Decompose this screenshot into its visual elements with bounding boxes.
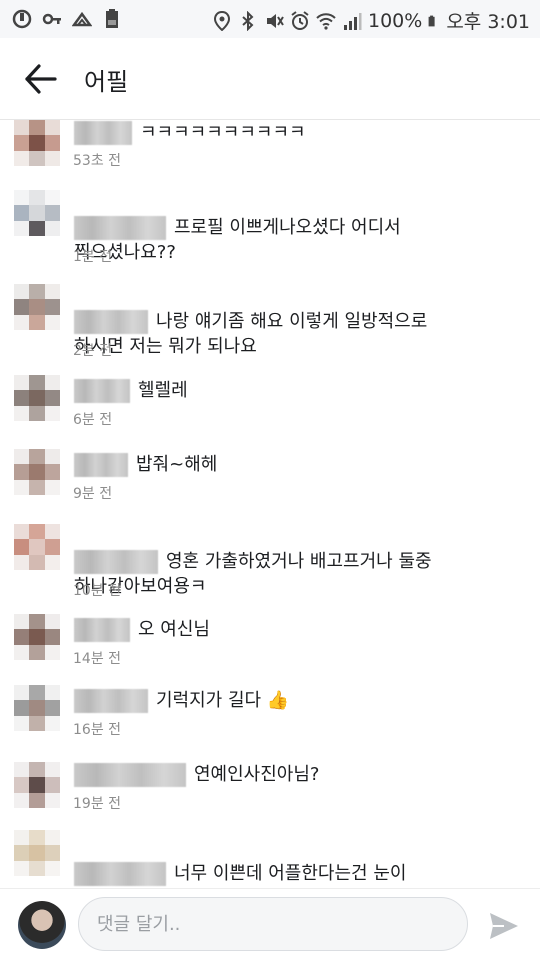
status-bar: 100% 오후 3:01	[0, 0, 540, 38]
comment-text: 밥줘~해헤	[136, 454, 218, 475]
comment-body: 헬렐레	[74, 378, 474, 403]
comment-composer	[0, 888, 540, 960]
comment-body: 너무 이쁜데 어플한다는건 눈이 높다는건가요.	[74, 836, 474, 888]
comment-timestamp: 10분 전	[73, 583, 122, 599]
comment-body: 프로필 이쁘게나오셨다 어디서 찍으셨나요??	[74, 190, 474, 265]
status-bar-right: 100% 오후 3:01	[212, 7, 530, 34]
comment-text: 연예인사진아님?	[194, 764, 320, 785]
my-avatar[interactable]	[18, 901, 66, 949]
avatar[interactable]	[14, 524, 60, 570]
avatar[interactable]	[14, 830, 60, 876]
battery-saver-icon	[106, 9, 118, 28]
commenter-name[interactable]	[74, 453, 128, 477]
comment-body: 오 여신님	[74, 617, 474, 642]
commenter-name[interactable]	[74, 862, 166, 886]
comment-text: 헬렐레	[138, 380, 188, 401]
wifi-icon	[316, 12, 336, 30]
comment-body: ㅋㅋㅋㅋㅋㅋㅋㅋㅋㅋ	[74, 120, 474, 145]
app-header: 어필	[0, 38, 540, 120]
comment-text: 기럭지가 길다 👍	[156, 690, 290, 711]
location-icon	[213, 10, 231, 31]
signal-icon	[344, 12, 362, 30]
commenter-name[interactable]	[74, 618, 130, 642]
comment-timestamp: 19분 전	[73, 796, 122, 812]
comment-input[interactable]	[78, 897, 468, 951]
comment-timestamp: 53초 전	[73, 153, 122, 169]
comment-body: 밥줘~해헤	[74, 452, 474, 477]
comment-list[interactable]: ㅋㅋㅋㅋㅋㅋㅋㅋㅋㅋ 53초 전 프로필 이쁘게나오셨다 어디서 찍으셨나요??…	[0, 120, 540, 888]
commenter-name[interactable]	[74, 379, 130, 403]
avatar[interactable]	[14, 449, 60, 495]
battery-percent: 100%	[368, 9, 423, 32]
comment-timestamp: 16분 전	[73, 722, 122, 738]
alarm-icon	[291, 10, 309, 30]
comment-text: ㅋㅋㅋㅋㅋㅋㅋㅋㅋㅋ	[140, 122, 306, 143]
comment-timestamp: 6분 전	[73, 412, 113, 428]
comment-text: 오 여신님	[138, 619, 210, 640]
avatar[interactable]	[14, 120, 60, 166]
key-icon	[42, 13, 61, 25]
clock: 오후 3:01	[446, 11, 530, 33]
avatar[interactable]	[14, 762, 60, 808]
comment-timestamp: 9분 전	[73, 486, 113, 502]
battery-icon	[428, 15, 435, 26]
arrow-left-icon[interactable]	[22, 61, 60, 97]
avatar[interactable]	[14, 190, 60, 236]
status-bar-left-icons	[12, 9, 122, 29]
avatar[interactable]	[14, 685, 60, 731]
avatar[interactable]	[14, 284, 60, 330]
commenter-name[interactable]	[74, 310, 148, 334]
commenter-name[interactable]	[74, 763, 186, 787]
bluetooth-icon	[242, 10, 254, 31]
comment-body: 연예인사진아님?	[74, 762, 474, 787]
comment-body: 기럭지가 길다 👍	[74, 688, 474, 713]
commenter-name[interactable]	[74, 550, 158, 574]
comment-timestamp: 14분 전	[73, 651, 122, 667]
comment-body: 나랑 얘기좀 해요 이렇게 일방적으로 하시면 저는 뭐가 되나요	[74, 284, 494, 359]
avatar[interactable]	[14, 614, 60, 660]
send-icon[interactable]	[488, 911, 520, 941]
avatar[interactable]	[14, 375, 60, 421]
page-title: 어필	[84, 68, 129, 96]
comment-timestamp: 2분 전	[73, 343, 113, 359]
commenter-name[interactable]	[74, 121, 132, 145]
comment-timestamp: 1분 전	[73, 249, 113, 265]
comment-body: 영혼 가출하였거나 배고프거나 둘중 하나같아보여용ㅋ	[74, 524, 494, 599]
upload-icon	[72, 11, 92, 27]
commenter-name[interactable]	[74, 216, 166, 240]
mute-icon	[267, 13, 284, 28]
app-icon	[12, 9, 32, 29]
commenter-name[interactable]	[74, 689, 148, 713]
